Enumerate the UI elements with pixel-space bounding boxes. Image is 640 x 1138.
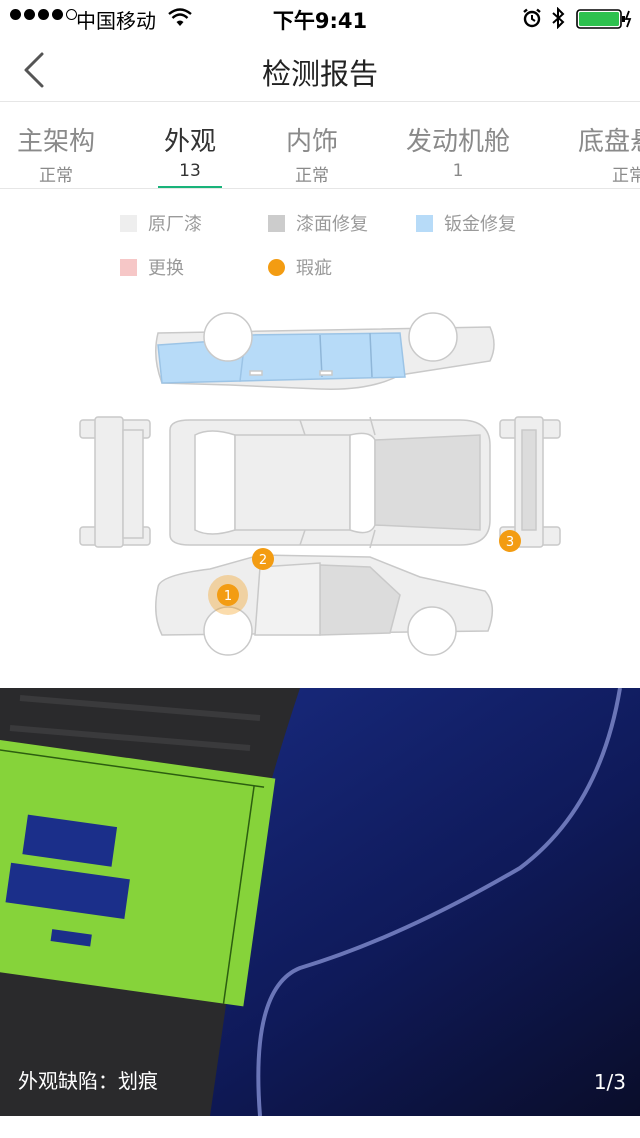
tab-status: 正常	[39, 166, 73, 186]
legend-label: 漆面修复	[296, 214, 368, 235]
legend-sheet-metal-repair: 钣金修复	[416, 210, 516, 236]
defect-photo-image	[0, 688, 640, 1116]
tab-status: 13	[179, 161, 201, 181]
tab-exterior[interactable]: 外观 13	[140, 103, 240, 188]
legend-blemish: 瑕疵	[268, 254, 332, 280]
bluetooth-icon	[552, 7, 565, 29]
tab-label: 主架构	[16, 127, 95, 157]
clock: 下午9:41	[272, 9, 368, 33]
legend-label: 原厂漆	[148, 214, 202, 235]
legend-label: 更换	[148, 258, 184, 279]
legend-label: 钣金修复	[444, 214, 516, 235]
tab-engine-bay[interactable]: 发动机舱 1	[398, 103, 518, 188]
car-left-side-view	[155, 312, 495, 390]
tab-status: 正常	[612, 166, 640, 186]
tab-main-structure[interactable]: 主架构 正常	[0, 103, 112, 188]
marker-label: 2	[259, 553, 267, 568]
status-bar: 中国移动 下午9:41	[0, 0, 640, 36]
paint-repair-swatch	[268, 214, 285, 232]
photo-counter: 1/3	[593, 1070, 626, 1094]
tab-label: 底盘悬	[578, 127, 640, 157]
car-rear-view	[499, 416, 561, 548]
category-tabs: 主架构 正常 外观 13 内饰 正常 发动机舱 1 底盘悬 正常	[0, 103, 640, 189]
marker-label: 3	[506, 535, 514, 550]
tab-label: 内饰	[285, 127, 338, 157]
sheet-metal-repair-swatch	[416, 214, 433, 232]
page-title: 检测报告	[261, 57, 378, 91]
defect-photo[interactable]: 外观缺陷：划痕 1/3	[0, 688, 640, 1116]
legend-label: 瑕疵	[296, 258, 332, 279]
photo-caption: 外观缺陷：划痕	[18, 1069, 158, 1093]
legend-paint-repair: 漆面修复	[268, 210, 368, 236]
tab-status: 正常	[295, 166, 329, 186]
marker-label: 1	[224, 589, 232, 604]
tab-label: 发动机舱	[405, 127, 510, 157]
original-paint-swatch	[120, 214, 137, 232]
car-damage-diagram: 1 2 3	[79, 312, 561, 656]
car-front-view	[79, 416, 151, 548]
car-right-side-view	[155, 554, 494, 656]
tab-status: 1	[452, 161, 464, 181]
tab-label: 外观	[163, 127, 216, 157]
nav-bar: 检测报告	[0, 36, 640, 102]
active-tab-indicator	[158, 186, 222, 188]
car-top-view	[169, 416, 491, 549]
alarm-icon	[523, 8, 541, 28]
battery-icon	[576, 9, 632, 29]
tab-chassis[interactable]: 底盘悬 正常	[572, 103, 640, 188]
tab-interior[interactable]: 内饰 正常	[262, 103, 362, 188]
legend-replaced: 更换	[120, 254, 184, 280]
legend-original-paint: 原厂漆	[120, 210, 202, 236]
replaced-swatch	[120, 258, 137, 276]
blemish-swatch	[268, 258, 285, 276]
